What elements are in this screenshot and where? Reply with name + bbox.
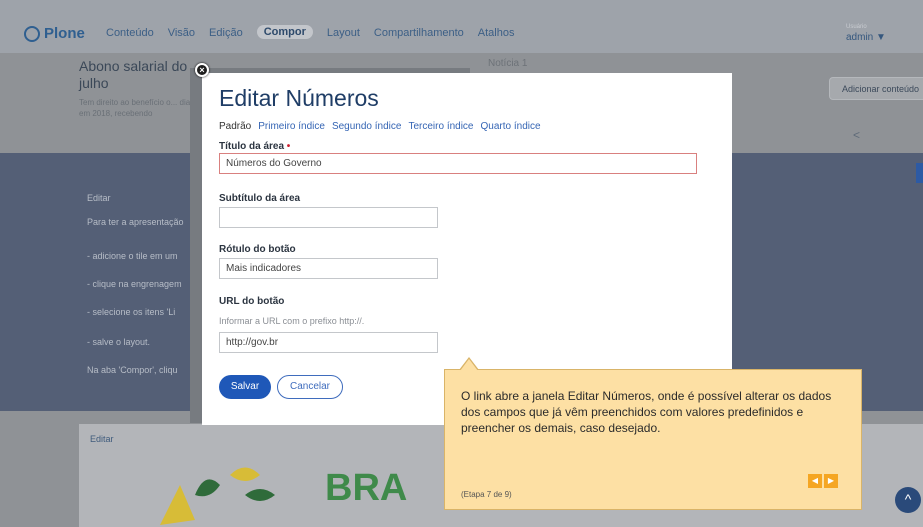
rotulo-label: Rótulo do botão [219, 244, 296, 255]
cancel-button[interactable]: Cancelar [277, 375, 343, 399]
band-line: - selecione os itens 'Li [87, 307, 176, 317]
user-label: Usuário [846, 24, 867, 30]
modal-title: Editar Números [219, 85, 379, 111]
plone-logo[interactable]: Plone [24, 25, 85, 42]
band-line: - salve o layout. [87, 337, 151, 347]
tooltip-step: (Etapa 7 de 9) [461, 490, 512, 499]
band-line: - adicione o tile em um [87, 251, 178, 261]
menu-visao[interactable]: Visão [168, 27, 195, 39]
noticia-label: Notícia 1 [488, 58, 528, 69]
toolbar-menu: Conteúdo Visão Edição Compor Layout Comp… [106, 25, 515, 39]
tab-padrao[interactable]: Padrão [219, 121, 251, 132]
titulo-label-text: Título da área [219, 141, 285, 152]
modal-tabs: Padrão Primeiro índice Segundo índice Te… [219, 121, 541, 132]
menu-compartilhamento[interactable]: Compartilhamento [374, 27, 464, 39]
tab-terceiro-indice[interactable]: Terceiro índice [408, 121, 473, 132]
brand-text: BRA [325, 467, 407, 509]
subtitulo-label: Subtítulo da área [219, 193, 301, 204]
chevron-up-icon[interactable]: ^ [895, 487, 921, 513]
tab-quarto-indice[interactable]: Quarto índice [481, 121, 541, 132]
band-line[interactable]: Editar [87, 193, 111, 203]
menu-compor[interactable]: Compor [256, 25, 313, 39]
plone-logo-icon [24, 25, 40, 42]
subtitulo-input[interactable] [219, 207, 438, 228]
band-line: Na aba 'Compor', cliqu [87, 365, 178, 375]
tooltip-text: O link abre a janela Editar Números, ond… [461, 389, 832, 435]
edit-tile-link[interactable]: Editar [90, 434, 114, 444]
news-tile: Abono salarial do julho Tem direito ao b… [79, 58, 199, 148]
tab-segundo-indice[interactable]: Segundo índice [332, 121, 402, 132]
news-title[interactable]: Abono salarial do julho [79, 58, 199, 92]
titulo-label: Título da área • [219, 141, 290, 152]
prev-step-icon[interactable]: ◀ [808, 474, 822, 488]
url-input[interactable]: http://gov.br [219, 332, 438, 353]
menu-conteudo[interactable]: Conteúdo [106, 27, 154, 39]
required-marker: • [286, 141, 291, 152]
menu-atalhos[interactable]: Atalhos [478, 27, 515, 39]
menu-layout[interactable]: Layout [327, 27, 360, 39]
add-content-button[interactable]: Adicionar conteúdo [829, 77, 923, 100]
titulo-input[interactable]: Números do Governo [219, 153, 697, 174]
url-label: URL do botão [219, 296, 285, 307]
tooltip-arrow-fill [460, 359, 478, 371]
user-menu[interactable]: admin ▼ [846, 32, 886, 43]
menu-edicao[interactable]: Edição [209, 27, 243, 39]
tab-primeiro-indice[interactable]: Primeiro índice [258, 121, 325, 132]
band-line: - clique na engrenagem [87, 279, 182, 289]
news-description: Tem direito ao benefício o... dias em 20… [79, 98, 195, 118]
side-tab [916, 163, 923, 183]
brand-banner-art: BRA [160, 467, 407, 525]
logo-text: Plone [44, 25, 85, 42]
band-line: Para ter a apresentação [87, 217, 184, 227]
save-button[interactable]: Salvar [219, 375, 271, 399]
rotulo-input[interactable]: Mais indicadores [219, 258, 438, 279]
tooltip-nav: ◀ ▶ [808, 474, 838, 488]
share-icon[interactable]: < [853, 128, 860, 142]
url-help-text: Informar a URL com o prefixo http://. [219, 316, 365, 326]
next-step-icon[interactable]: ▶ [824, 474, 838, 488]
close-icon[interactable]: × [195, 63, 209, 77]
